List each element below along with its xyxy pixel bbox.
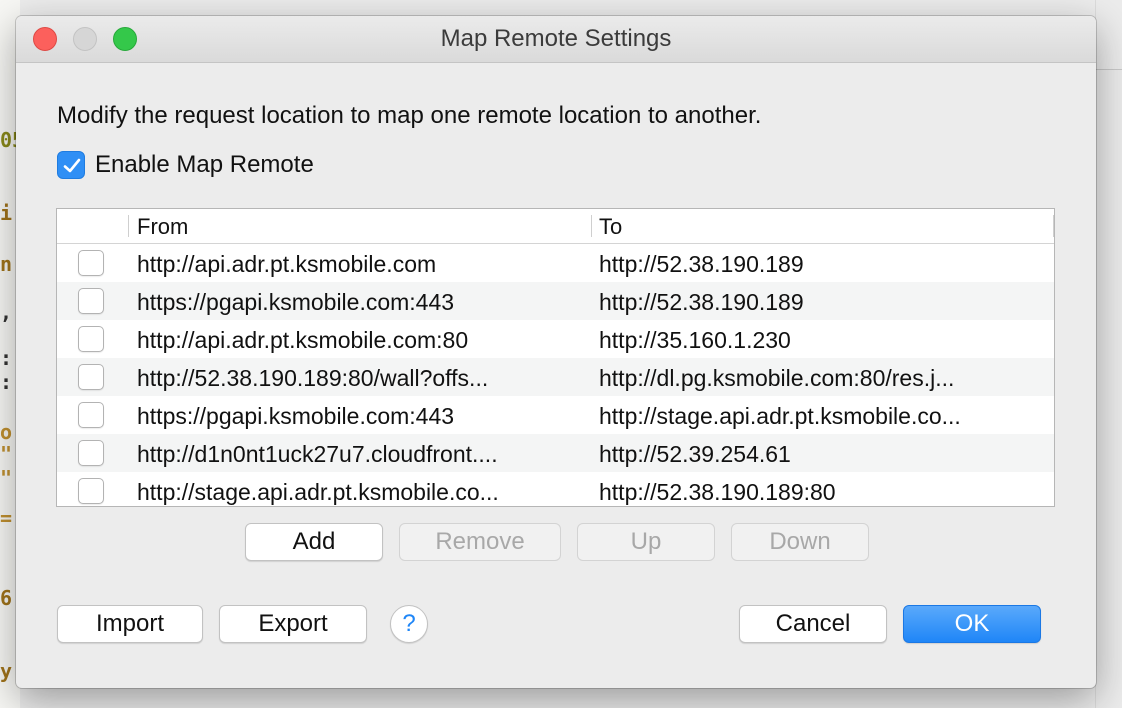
remove-button[interactable]: Remove [399,523,561,561]
ok-button[interactable]: OK [903,605,1041,643]
from-cell: https://pgapi.ksmobile.com:443 [137,289,455,315]
table-row[interactable]: http://stage.api.adr.pt.ksmobile.co... h… [57,472,1054,506]
add-button[interactable]: Add [245,523,383,561]
code-fragment: " [0,466,13,490]
enable-map-remote-label[interactable]: Enable Map Remote [95,151,314,179]
row-enable-checkbox[interactable] [78,250,104,276]
table-row[interactable]: http://api.adr.pt.ksmobile.com:80 http:/… [57,320,1054,358]
mapping-table: From To http://api.adr.pt.ksmobile.com h… [56,208,1055,507]
row-enable-checkbox[interactable] [78,478,104,504]
title-bar: Map Remote Settings [16,16,1096,63]
row-enable-checkbox[interactable] [78,326,104,352]
to-cell: http://52.38.190.189 [599,251,804,277]
column-header-from[interactable]: From [137,214,188,240]
dialog-title: Map Remote Settings [440,25,672,52]
code-fragment: y [0,659,13,683]
cancel-button[interactable]: Cancel [739,605,887,643]
table-row[interactable]: https://pgapi.ksmobile.com:443 http://52… [57,282,1054,320]
table-row[interactable]: http://d1n0nt1uck27u7.cloudfront.... htt… [57,434,1054,472]
column-separator [1053,215,1054,237]
help-button[interactable]: ? [390,605,428,643]
description-text: Modify the request location to map one r… [57,102,762,129]
map-remote-settings-dialog: Map Remote Settings Modify the request l… [16,16,1096,688]
table-row[interactable]: https://pgapi.ksmobile.com:443 http://st… [57,396,1054,434]
table-header: From To [57,209,1054,244]
row-enable-checkbox[interactable] [78,402,104,428]
column-separator [591,215,592,237]
code-fragment: : [0,370,13,394]
code-fragment: , [0,300,13,324]
up-button[interactable]: Up [577,523,715,561]
row-enable-checkbox[interactable] [78,440,104,466]
code-fragment: " [0,442,13,466]
from-cell: http://stage.api.adr.pt.ksmobile.co... [137,479,499,505]
from-cell: http://d1n0nt1uck27u7.cloudfront.... [137,441,498,467]
from-cell: http://52.38.190.189:80/wall?offs... [137,365,489,391]
import-button[interactable]: Import [57,605,203,643]
down-button[interactable]: Down [731,523,869,561]
row-enable-checkbox[interactable] [78,364,104,390]
code-fragment: 6 [0,586,13,610]
column-header-to[interactable]: To [599,214,622,240]
to-cell: http://dl.pg.ksmobile.com:80/res.j... [599,365,955,391]
to-cell: http://35.160.1.230 [599,327,791,353]
export-button[interactable]: Export [219,605,367,643]
code-fragment: : [0,346,13,370]
from-cell: http://api.adr.pt.ksmobile.com:80 [137,327,469,353]
code-fragment: i [0,201,13,225]
code-fragment: n [0,252,13,276]
code-fragment: = [0,506,13,530]
from-cell: http://api.adr.pt.ksmobile.com [137,251,437,277]
to-cell: http://52.38.190.189:80 [599,479,836,505]
row-enable-checkbox[interactable] [78,288,104,314]
to-cell: http://52.39.254.61 [599,441,791,467]
to-cell: http://stage.api.adr.pt.ksmobile.co... [599,403,961,429]
column-separator [128,215,129,237]
table-row[interactable]: http://api.adr.pt.ksmobile.com http://52… [57,244,1054,282]
to-cell: http://52.38.190.189 [599,289,804,315]
background-window-edge [1095,0,1122,708]
from-cell: https://pgapi.ksmobile.com:443 [137,403,455,429]
checkmark-icon [63,158,81,173]
enable-map-remote-checkbox[interactable] [57,151,85,179]
table-row[interactable]: http://52.38.190.189:80/wall?offs... htt… [57,358,1054,396]
